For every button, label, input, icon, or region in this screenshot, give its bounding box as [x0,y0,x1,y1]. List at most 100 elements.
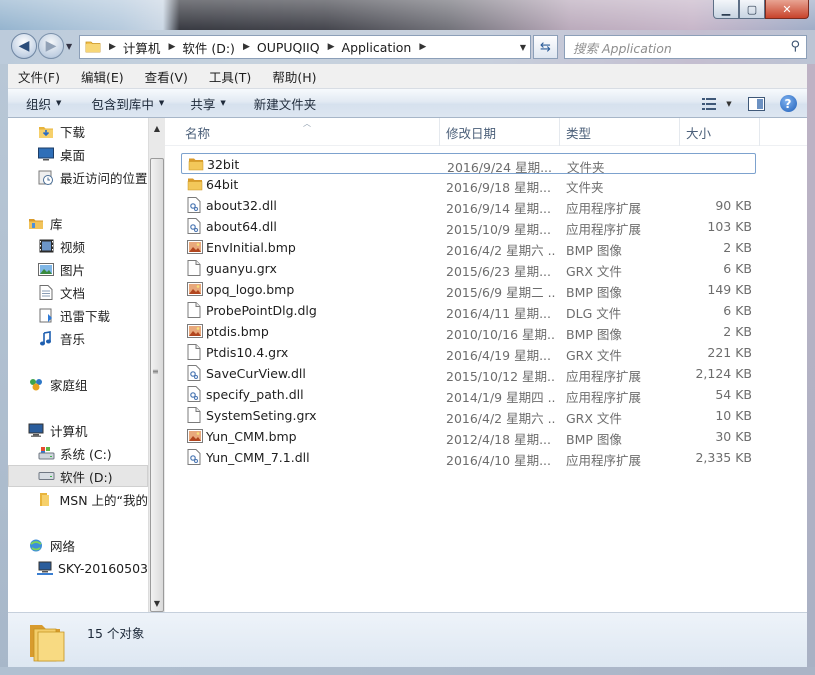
chevron-down-icon: ▼ [726,99,732,108]
breadcrumb-separator[interactable]: ▶ [168,42,175,52]
file-date: 2016/9/18 星期... [446,180,551,195]
dll-file-icon [187,365,203,381]
nav-item-label: 家庭组 [50,377,88,393]
file-row[interactable]: guanyu.grx 2015/6/23 星期... GRX 文件 6 KB [181,258,756,279]
address-bar[interactable]: ▶ 计算机 ▶ 软件 (D:) ▶ OUPUQIIQ ▶ Application… [79,35,531,59]
address-history-dropdown[interactable]: ▼ [520,43,526,52]
nav-item-computer[interactable]: 计算机 [8,419,148,441]
file-row[interactable]: SaveCurView.dll 2015/10/12 星期... 应用程序扩展 2,1… [181,363,756,384]
breadcrumb-oupuqiiq[interactable]: OUPUQIIQ [257,40,320,55]
file-name: specify_path.dll [206,387,304,402]
file-date: 2015/6/23 星期... [446,264,551,279]
maximize-button[interactable]: ▢ [739,0,765,19]
menu-help[interactable]: 帮助(H) [262,67,327,86]
breadcrumb-separator[interactable]: ▶ [243,42,250,52]
breadcrumb-separator[interactable]: ▶ [419,42,426,52]
nav-item-drive-c[interactable]: 系统 (C:) [8,442,148,464]
download-folder-icon [37,123,55,139]
folder-icon [187,176,203,192]
nav-item-msn-folder[interactable]: MSN 上的“我的 [8,488,148,510]
file-row[interactable]: Ptdis10.4.grx 2016/4/19 星期... GRX 文件 221 KB [181,342,756,363]
back-button[interactable]: ◀ [11,33,37,59]
nav-item-label: 软件 (D:) [60,469,113,485]
new-folder-button[interactable]: 新建文件夹 [244,94,327,113]
nav-item-recent-places[interactable]: 最近访问的位置 [8,166,148,188]
change-view-button[interactable]: ▼ [697,93,737,115]
nav-item-homegroup[interactable]: 家庭组 [8,373,148,395]
bmp-file-icon [187,428,203,444]
menu-view[interactable]: 查看(V) [135,67,199,86]
help-button[interactable]: ? [775,93,801,115]
file-row[interactable]: about32.dll 2016/9/14 星期... 应用程序扩展 90 KB [181,195,756,216]
file-type: BMP 图像 [566,432,622,447]
file-row[interactable]: opq_logo.bmp 2015/6/9 星期二 ... BMP 图像 149 KB [181,279,756,300]
organize-button[interactable]: 组织 ▼ [8,94,71,113]
preview-pane-button[interactable] [743,93,769,115]
title-bar[interactable] [0,0,815,30]
minimize-button[interactable]: ▁ [713,0,739,19]
breadcrumb-drive-d[interactable]: 软件 (D:) [182,38,235,57]
forward-button[interactable]: ▶ [38,33,64,59]
nav-item-videos[interactable]: 视频 [8,235,148,257]
file-row[interactable]: SystemSeting.grx 2016/4/2 星期六 ... GRX 文件 10… [181,405,756,426]
breadcrumb-separator[interactable]: ▶ [328,42,335,52]
nav-item-libraries[interactable]: 库 [8,212,148,234]
share-button[interactable]: 共享 ▼ [180,94,235,113]
nav-item-documents[interactable]: 文档 [8,281,148,303]
breadcrumb-computer[interactable]: 计算机 [123,38,161,57]
file-row[interactable]: Yun_CMM.bmp 2012/4/18 星期... BMP 图像 30 KB [181,426,756,447]
menu-file[interactable]: 文件(F) [8,67,71,86]
file-date: 2016/4/19 星期... [446,348,551,363]
file-date: 2016/4/10 星期... [446,453,551,468]
file-row[interactable]: 64bit 2016/9/18 星期... 文件夹 [181,174,756,195]
breadcrumb-application[interactable]: Application [342,40,412,55]
nav-item-thunder-downloads[interactable]: 迅雷下载 [8,304,148,326]
nav-item-desktop[interactable]: 桌面 [8,143,148,165]
nav-item-downloads[interactable]: 下载 [8,120,148,142]
nav-item-pictures[interactable]: 图片 [8,258,148,280]
menu-tools[interactable]: 工具(T) [199,67,262,86]
file-type: GRX 文件 [566,264,622,279]
include-in-library-label: 包含到库中 [91,96,154,112]
menu-edit[interactable]: 编辑(E) [71,67,135,86]
file-date: 2015/10/9 星期... [446,222,551,237]
file-type: 应用程序扩展 [566,453,642,468]
recent-pages-dropdown[interactable]: ▼ [66,42,72,51]
file-row[interactable]: EnvInitial.bmp 2016/4/2 星期六 ... BMP 图像 2 KB [181,237,756,258]
scroll-thumb[interactable] [150,158,164,612]
column-header-type[interactable]: 类型 [560,118,680,146]
nav-item-network-computer[interactable]: SKY-20160503N [8,557,148,579]
breadcrumb-separator[interactable]: ▶ [109,42,116,52]
back-arrow-icon: ◀ [18,38,30,54]
file-name: 32bit [207,157,240,172]
search-input[interactable]: 搜索 Application ⚲ [564,35,807,59]
include-in-library-button[interactable]: 包含到库中 ▼ [81,94,174,113]
column-header-size[interactable]: 大小 [680,118,760,146]
file-row[interactable]: Yun_CMM_7.1.dll 2016/4/10 星期... 应用程序扩展 2,33… [181,447,756,468]
search-icon[interactable]: ⚲ [790,39,800,54]
file-name: Yun_CMM_7.1.dll [206,450,310,465]
column-header-date[interactable]: 修改日期 [440,118,560,146]
bmp-file-icon [187,239,203,255]
file-row[interactable]: about64.dll 2015/10/9 星期... 应用程序扩展 103 KB [181,216,756,237]
scroll-down-arrow[interactable]: ▼ [149,595,165,611]
file-row[interactable]: ptdis.bmp 2010/10/16 星期... BMP 图像 2 KB [181,321,756,342]
scroll-up-arrow[interactable]: ▲ [149,120,165,136]
item-count: 15 个对象 [87,626,145,641]
nav-scrollbar[interactable]: ▲ ≡ ▼ [148,118,165,612]
nav-item-music[interactable]: 音乐 [8,327,148,349]
dll-file-icon [187,218,203,234]
refresh-button[interactable]: ⇆ [533,35,558,59]
file-name: EnvInitial.bmp [206,240,296,255]
file-row[interactable]: ProbePointDlg.dlg 2016/4/11 星期... DLG 文件 6 … [181,300,756,321]
nav-item-network[interactable]: 网络 [8,534,148,556]
file-row[interactable]: specify_path.dll 2014/1/9 星期四 ... 应用程序扩展 54… [181,384,756,405]
search-placeholder: 搜索 Application [573,40,672,56]
nav-item-drive-d[interactable]: 软件 (D:) [8,465,148,487]
file-type: GRX 文件 [566,411,622,426]
file-type: BMP 图像 [566,327,622,342]
close-button[interactable]: ✕ [765,0,809,19]
file-type: DLG 文件 [566,306,622,321]
sort-ascending-icon: ︿ [303,119,311,128]
file-row[interactable]: 32bit 2016/9/24 星期... 文件夹 [181,153,756,175]
